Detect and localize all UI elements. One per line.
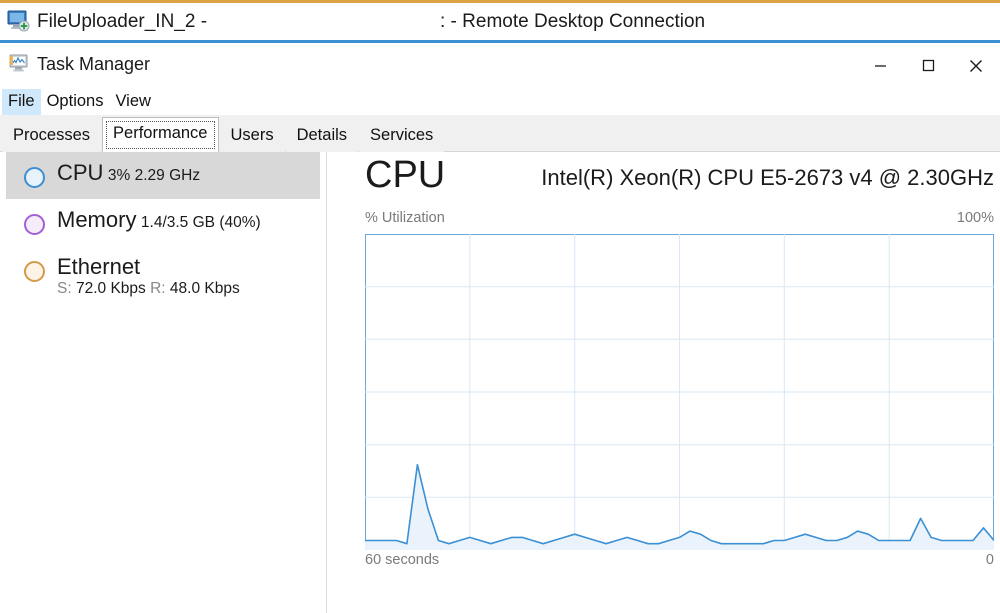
minimize-button[interactable] [856, 43, 904, 88]
cpu-header: CPU Intel(R) Xeon(R) CPU E5-2673 v4 @ 2.… [328, 152, 1000, 210]
cpu-utilization-graph[interactable] [365, 234, 994, 550]
ethernet-recv-label: R: [150, 280, 166, 297]
tab-users[interactable]: Users [220, 120, 285, 152]
ethernet-send-label: S: [57, 280, 72, 297]
sidebar-item-memory-label: Memory [57, 207, 136, 232]
task-manager-window: Task Manager File Options V [0, 43, 1000, 613]
performance-body: CPU 3% 2.29 GHz Memory 1.4/3.5 GB (40%) … [0, 152, 1000, 613]
tab-details[interactable]: Details [286, 120, 358, 152]
tab-strip: Processes Performance Users Details Serv… [0, 115, 1000, 152]
remote-desktop-title-bar: FileUploader_IN_2 - : - Remote Desktop C… [0, 0, 1000, 40]
maximize-icon [922, 59, 935, 72]
sidebar-item-cpu-detail: 3% 2.29 GHz [108, 167, 200, 184]
remote-desktop-title-right: : - Remote Desktop Connection [440, 11, 705, 33]
task-manager-monitor-icon [9, 54, 31, 74]
memory-circle-icon [24, 214, 45, 235]
ethernet-circle-icon [24, 261, 45, 282]
sidebar-item-memory-detail: 1.4/3.5 GB (40%) [141, 214, 261, 231]
cpu-detail-panel: CPU Intel(R) Xeon(R) CPU E5-2673 v4 @ 2.… [328, 152, 1000, 613]
sidebar-item-memory[interactable]: Memory 1.4/3.5 GB (40%) [6, 199, 320, 246]
menu-item-view[interactable]: View [109, 89, 156, 115]
window-controls [856, 43, 1000, 88]
cpu-model-label: Intel(R) Xeon(R) CPU E5-2673 v4 @ 2.30GH… [541, 165, 994, 191]
graph-axis-bottom: 60 seconds 0 [365, 552, 994, 578]
close-icon [969, 59, 983, 73]
resource-sidebar: CPU 3% 2.29 GHz Memory 1.4/3.5 GB (40%) … [0, 152, 327, 613]
tab-performance[interactable]: Performance [102, 117, 218, 152]
cpu-utilization-graph-svg [365, 234, 994, 550]
sidebar-item-ethernet-label: Ethernet [57, 254, 140, 279]
close-button[interactable] [952, 43, 1000, 88]
graph-y-axis-label: % Utilization [365, 210, 445, 226]
tab-services[interactable]: Services [359, 120, 444, 152]
remote-desktop-monitor-icon [7, 10, 31, 32]
sidebar-item-ethernet[interactable]: Ethernet S: 72.0 Kbps R: 48.0 Kbps [6, 246, 320, 309]
page-title: CPU [365, 154, 445, 197]
remote-desktop-title-left: FileUploader_IN_2 - [37, 11, 207, 33]
sidebar-item-cpu-label: CPU [57, 160, 103, 185]
minimize-icon [874, 59, 887, 72]
sidebar-item-ethernet-detail: S: 72.0 Kbps R: 48.0 Kbps [57, 280, 240, 297]
sidebar-item-cpu[interactable]: CPU 3% 2.29 GHz [6, 152, 320, 199]
menu-item-options[interactable]: Options [41, 89, 110, 115]
graph-x-axis-min: 0 [986, 552, 994, 568]
tab-processes[interactable]: Processes [2, 120, 101, 152]
menu-bar: File Options View [0, 88, 1000, 115]
task-manager-title-bar: Task Manager [0, 43, 1000, 88]
ethernet-recv-value: 48.0 Kbps [170, 280, 240, 297]
menu-item-file[interactable]: File [2, 89, 41, 115]
graph-x-axis-label: 60 seconds [365, 552, 439, 568]
maximize-button[interactable] [904, 43, 952, 88]
ethernet-send-value: 72.0 Kbps [76, 280, 146, 297]
task-manager-title: Task Manager [37, 54, 150, 75]
graph-y-axis-max: 100% [957, 210, 994, 226]
cpu-circle-icon [24, 167, 45, 188]
graph-axis-top: % Utilization 100% [365, 210, 994, 234]
